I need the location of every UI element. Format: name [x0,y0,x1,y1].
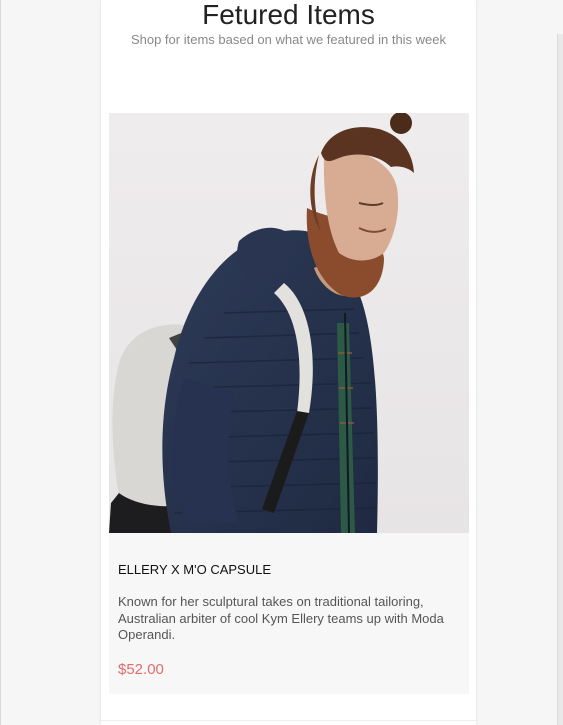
divider [101,720,476,721]
product-price: $52.00 [118,661,164,678]
product-description: Known for her sculptural takes on tradit… [118,594,444,642]
section-subtitle: Shop for items based on what we featured… [130,32,447,47]
product-card: ELLERY X M'O CAPSULE Known for her sculp… [109,113,469,694]
scrollbar-track[interactable] [557,34,563,725]
product-name-link[interactable]: ELLERY X M'O CAPSULE [118,562,271,578]
section-title: Fetured Items [202,0,375,30]
page-viewport: Fetured Items Shop for items based on wh… [0,0,563,725]
featured-items-section: Fetured Items Shop for items based on wh… [101,0,476,725]
left-edge [0,0,1,725]
product-image[interactable] [109,113,469,533]
